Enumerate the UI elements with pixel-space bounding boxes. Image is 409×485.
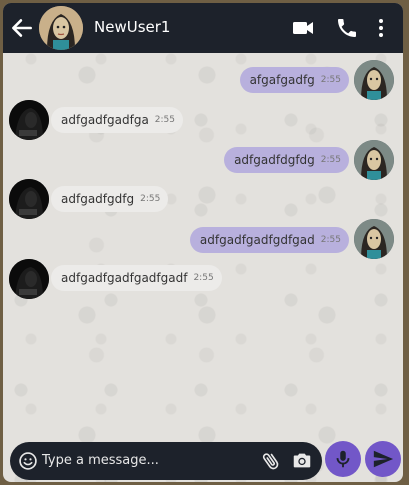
message-text: adfgadfdgfdg [234, 153, 315, 167]
message-time: 2:55 [140, 194, 161, 204]
contact-avatar[interactable] [39, 6, 83, 50]
camera-icon[interactable] [291, 450, 313, 472]
outgoing-message-bubble[interactable]: adfgadfgadfgdfgad 2:55 [189, 227, 349, 253]
outgoing-message-bubble[interactable]: adfgadfdgfdg 2:55 [224, 147, 349, 173]
message-list[interactable]: afgafgadfg 2:55 adfgadfgadfga 2:55 adfga… [3, 53, 403, 439]
paperclip-icon[interactable] [260, 450, 282, 472]
contact-name[interactable]: NewUser1 [94, 18, 170, 36]
message-time: 2:55 [320, 75, 341, 85]
message-text: adfgadfgadfgdfgad [199, 233, 315, 247]
chat-window: NewUser1 afgafgadfg 2:55 adfgadfgadfga 2… [3, 3, 403, 482]
more-options-icon[interactable] [369, 16, 393, 40]
message-time: 2:55 [320, 235, 341, 245]
microphone-icon [336, 450, 350, 468]
outgoing-message-bubble[interactable]: afgafgadfg 2:55 [239, 67, 349, 93]
message-time: 2:55 [320, 155, 341, 165]
message-composer[interactable]: Type a message... [10, 442, 322, 480]
chat-header: NewUser1 [3, 3, 403, 53]
back-arrow-icon[interactable] [9, 15, 35, 41]
contact-message-avatar [9, 259, 49, 299]
contact-message-avatar [9, 179, 49, 219]
message-text: adfgadfgadfga [61, 113, 149, 127]
send-icon [373, 450, 394, 468]
sender-avatar [354, 60, 394, 100]
incoming-message-bubble[interactable]: adfgadfgadfga 2:55 [51, 107, 184, 133]
message-text: afgafgadfg [249, 73, 315, 87]
incoming-message-bubble[interactable]: adfgadfgadfgadfgadf 2:55 [51, 265, 222, 291]
incoming-message-bubble[interactable]: adfgadfgdfg 2:55 [51, 186, 169, 212]
message-time: 2:55 [193, 273, 214, 283]
message-input[interactable]: Type a message... [42, 453, 159, 468]
sender-avatar [354, 140, 394, 180]
video-call-icon[interactable] [291, 16, 315, 40]
phone-call-icon[interactable] [335, 16, 359, 40]
message-time: 2:55 [154, 115, 176, 125]
message-text: adfgadfgadfgadfgadf [61, 271, 188, 285]
sender-avatar [354, 219, 394, 259]
message-text: adfgadfgdfg [61, 192, 135, 206]
emoji-icon[interactable] [18, 451, 38, 471]
microphone-button[interactable] [325, 441, 361, 477]
contact-message-avatar [9, 100, 49, 140]
send-button[interactable] [365, 441, 401, 477]
